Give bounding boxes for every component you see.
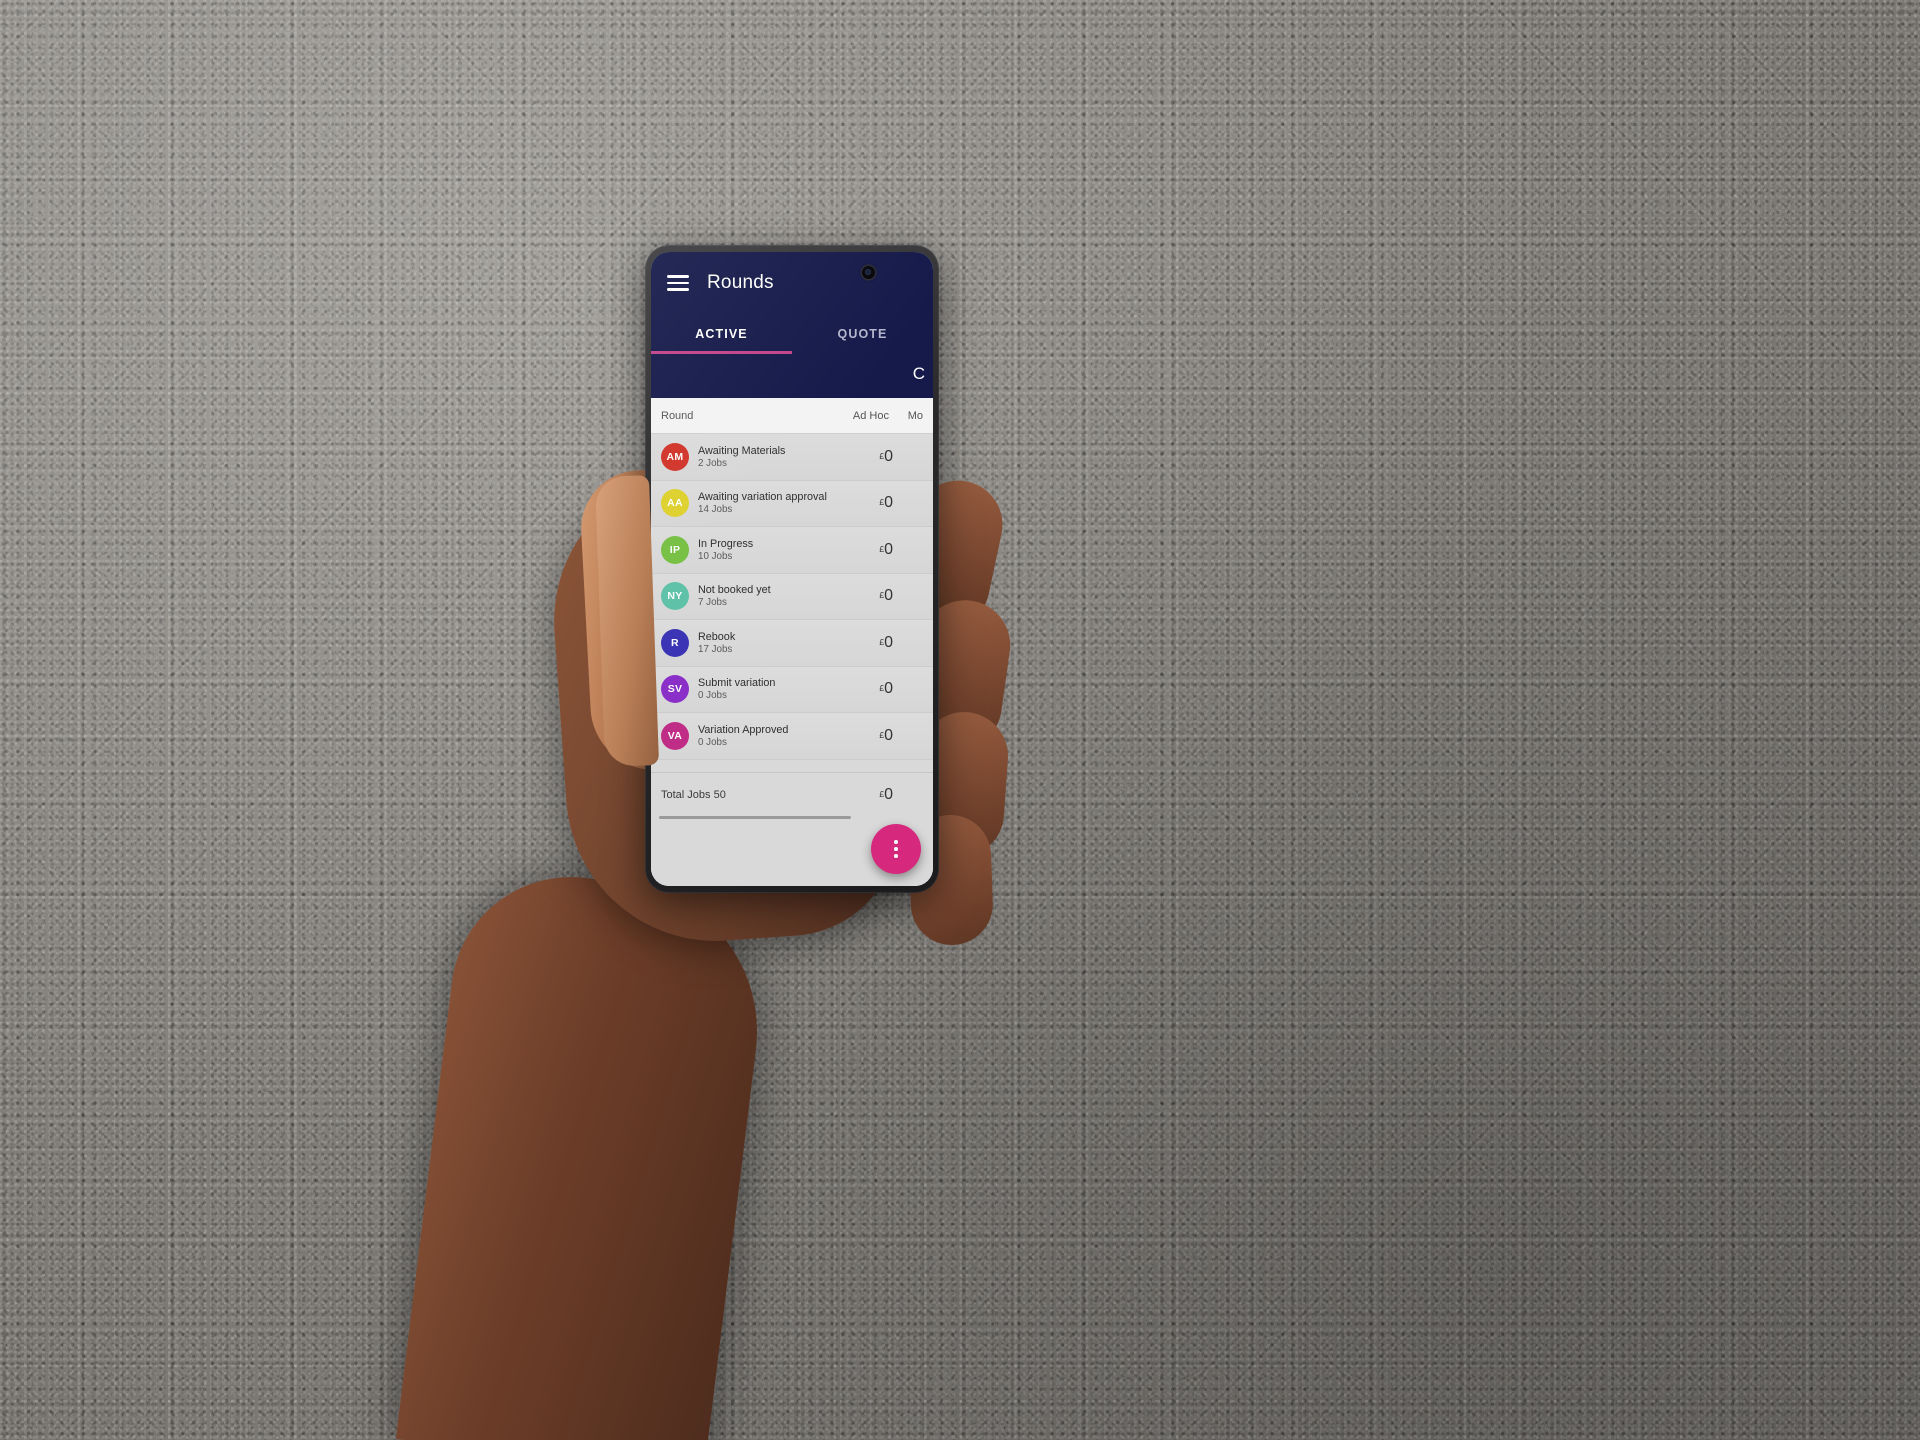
amount-value: 0 bbox=[884, 447, 893, 465]
avatar: IP bbox=[661, 535, 689, 564]
column-header-round: Round bbox=[661, 409, 694, 422]
total-amount-value: 0 bbox=[884, 785, 893, 803]
app-bar-top: Rounds bbox=[651, 252, 933, 314]
ad-hoc-amount: £0 bbox=[837, 587, 893, 605]
ad-hoc-amount: £0 bbox=[837, 634, 893, 652]
scene-background: Rounds ACTIVE QUOTE C Round Ad Hoc Mo AM… bbox=[0, 0, 1920, 1440]
round-name: Not booked yet bbox=[698, 584, 771, 597]
avatar: AA bbox=[661, 489, 689, 518]
job-count: 0 Jobs bbox=[698, 736, 727, 748]
row-text: Not booked yet 7 Jobs bbox=[698, 584, 837, 608]
currency-symbol: £ bbox=[879, 450, 885, 461]
column-header-monthly: Mo bbox=[907, 409, 923, 422]
hamburger-menu-icon[interactable] bbox=[667, 275, 689, 291]
total-amount: £0 bbox=[837, 786, 893, 804]
more-options-fab[interactable] bbox=[871, 824, 921, 874]
table-row[interactable]: R Rebook 17 Jobs £0 bbox=[651, 620, 933, 667]
round-name: In Progress bbox=[698, 537, 754, 550]
round-name: Rebook bbox=[698, 630, 736, 643]
ad-hoc-amount: £0 bbox=[837, 680, 893, 698]
tab-bar: ACTIVE QUOTE bbox=[651, 314, 933, 354]
amount-value: 0 bbox=[884, 587, 893, 605]
ad-hoc-amount: £0 bbox=[837, 541, 893, 559]
ad-hoc-amount: £0 bbox=[837, 448, 893, 466]
currency-symbol: £ bbox=[879, 683, 885, 694]
row-text: In Progress 10 Jobs bbox=[698, 538, 837, 562]
avatar: VA bbox=[661, 721, 689, 750]
table-row[interactable]: AM Awaiting Materials 2 Jobs £0 bbox=[651, 434, 933, 481]
phone-screen: Rounds ACTIVE QUOTE C Round Ad Hoc Mo AM… bbox=[651, 252, 933, 886]
rounds-sheet: Round Ad Hoc Mo AM Awaiting Materials 2 Jo… bbox=[651, 398, 933, 886]
subbar-clipped-label: C bbox=[912, 364, 925, 383]
forearm bbox=[395, 863, 775, 1440]
row-text: Variation Approved 0 Jobs bbox=[698, 724, 837, 748]
front-camera-icon bbox=[862, 266, 875, 279]
rounds-list[interactable]: AM Awaiting Materials 2 Jobs £0 AA Awaiting v… bbox=[651, 434, 933, 772]
job-count: 10 Jobs bbox=[698, 550, 733, 562]
avatar: AM bbox=[661, 442, 689, 471]
avatar: R bbox=[661, 628, 689, 657]
currency-symbol: £ bbox=[879, 590, 885, 601]
row-text: Awaiting Materials 2 Jobs bbox=[698, 445, 837, 469]
table-row[interactable]: VA Variation Approved 0 Jobs £0 bbox=[651, 713, 933, 760]
job-count: 17 Jobs bbox=[698, 643, 733, 655]
job-count: 7 Jobs bbox=[698, 597, 727, 609]
total-row: Total Jobs 50 £0 bbox=[651, 772, 933, 816]
table-row[interactable]: SV Submit variation 0 Jobs £0 bbox=[651, 666, 933, 713]
currency-symbol: £ bbox=[879, 543, 885, 554]
job-count: 14 Jobs bbox=[698, 504, 733, 516]
job-count: 2 Jobs bbox=[698, 457, 727, 469]
row-text: Submit variation 0 Jobs bbox=[698, 677, 837, 701]
row-text: Rebook 17 Jobs bbox=[698, 631, 837, 655]
sheet-footer bbox=[651, 820, 933, 886]
amount-value: 0 bbox=[884, 680, 893, 698]
ad-hoc-amount: £0 bbox=[837, 727, 893, 745]
round-name: Awaiting variation approval bbox=[698, 491, 827, 504]
total-currency-symbol: £ bbox=[879, 788, 885, 799]
page-title: Rounds bbox=[707, 272, 774, 293]
table-header-row: Round Ad Hoc Mo bbox=[651, 398, 933, 434]
round-name: Submit variation bbox=[698, 677, 776, 690]
total-jobs-label: Total Jobs 50 bbox=[661, 788, 726, 801]
more-vertical-icon bbox=[894, 840, 898, 858]
avatar: NY bbox=[661, 582, 689, 611]
round-name: Awaiting Materials bbox=[698, 444, 786, 457]
currency-symbol: £ bbox=[879, 497, 885, 508]
amount-value: 0 bbox=[884, 633, 893, 651]
ad-hoc-amount: £0 bbox=[837, 494, 893, 512]
phone-device: Rounds ACTIVE QUOTE C Round Ad Hoc Mo AM… bbox=[645, 245, 939, 893]
column-header-ad-hoc: Ad Hoc bbox=[852, 409, 889, 422]
scrollbar-thumb[interactable] bbox=[659, 816, 851, 819]
currency-symbol: £ bbox=[879, 636, 885, 647]
amount-value: 0 bbox=[884, 540, 893, 558]
row-text: Awaiting variation approval 14 Jobs bbox=[698, 491, 837, 515]
tab-active[interactable]: ACTIVE bbox=[651, 314, 792, 354]
app-bar: Rounds ACTIVE QUOTE C bbox=[651, 252, 933, 398]
round-name: Variation Approved bbox=[698, 723, 789, 736]
amount-value: 0 bbox=[884, 726, 893, 744]
currency-symbol: £ bbox=[879, 729, 885, 740]
table-row[interactable]: NY Not booked yet 7 Jobs £0 bbox=[651, 573, 933, 620]
avatar: SV bbox=[661, 675, 689, 704]
job-count: 0 Jobs bbox=[698, 690, 727, 702]
amount-value: 0 bbox=[884, 494, 893, 512]
table-row[interactable]: IP In Progress 10 Jobs £0 bbox=[651, 527, 933, 574]
thumb-over-phone-edge bbox=[594, 475, 660, 767]
app-bar-subsection: C bbox=[651, 354, 933, 398]
table-row[interactable]: AA Awaiting variation approval 14 Jobs £0 bbox=[651, 480, 933, 527]
tab-quote[interactable]: QUOTE bbox=[792, 314, 933, 354]
